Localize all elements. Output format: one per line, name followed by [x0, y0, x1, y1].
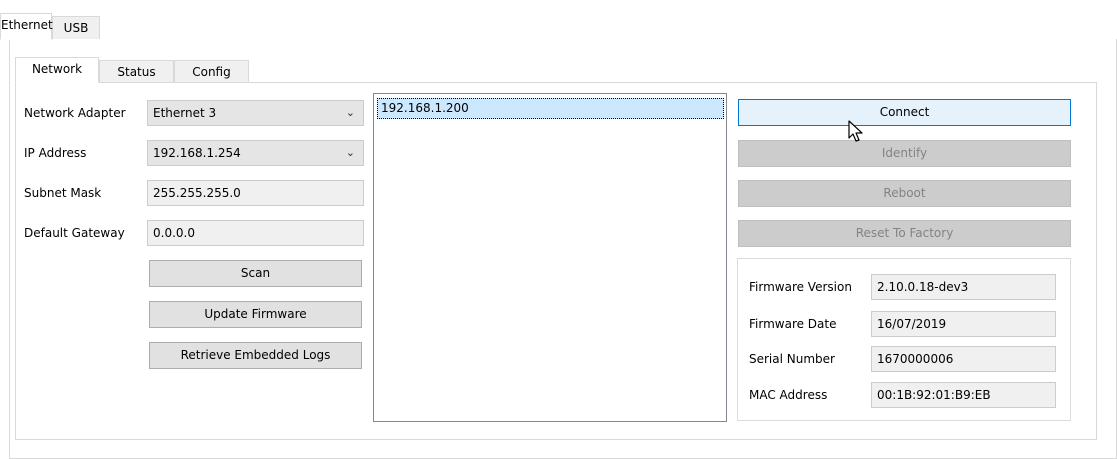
chevron-down-icon: ⌄ — [345, 106, 355, 119]
subnet-mask-label: Subnet Mask — [24, 186, 102, 200]
mac-address-field[interactable]: 00:1B:92:01:B9:EB — [871, 382, 1056, 408]
tab-network[interactable]: Network — [15, 57, 99, 83]
tab-usb[interactable]: USB — [52, 16, 100, 40]
tab-status[interactable]: Status — [99, 60, 174, 83]
connect-button[interactable]: Connect — [738, 99, 1071, 126]
mouse-cursor-icon — [848, 120, 863, 142]
network-adapter-dropdown[interactable]: Ethernet 3 ⌄ — [147, 100, 364, 126]
reboot-button[interactable]: Reboot — [738, 180, 1071, 207]
reset-to-factory-button[interactable]: Reset To Factory — [738, 220, 1071, 247]
network-adapter-value: Ethernet 3 — [153, 106, 217, 120]
firmware-date-field[interactable]: 16/07/2019 — [871, 311, 1056, 337]
ip-address-value: 192.168.1.254 — [153, 146, 241, 160]
ip-address-dropdown[interactable]: 192.168.1.254 ⌄ — [147, 140, 364, 166]
firmware-date-label: Firmware Date — [749, 317, 837, 331]
device-list[interactable]: 192.168.1.200 — [373, 93, 727, 422]
list-item[interactable]: 192.168.1.200 — [377, 98, 724, 119]
mac-address-label: MAC Address — [749, 388, 828, 402]
scan-button[interactable]: Scan — [149, 260, 362, 287]
default-gateway-label: Default Gateway — [24, 226, 125, 240]
serial-number-field[interactable]: 1670000006 — [871, 346, 1056, 372]
firmware-version-label: Firmware Version — [749, 280, 852, 294]
subnet-mask-field[interactable]: 255.255.255.0 — [147, 180, 364, 206]
identify-button[interactable]: Identify — [738, 140, 1071, 167]
default-gateway-field[interactable]: 0.0.0.0 — [147, 220, 364, 246]
firmware-version-field[interactable]: 2.10.0.18-dev3 — [871, 274, 1056, 300]
tab-config[interactable]: Config — [174, 60, 249, 83]
update-firmware-button[interactable]: Update Firmware — [149, 301, 362, 328]
retrieve-embedded-logs-button[interactable]: Retrieve Embedded Logs — [149, 342, 362, 369]
tab-ethernet[interactable]: Ethernet — [0, 13, 53, 40]
network-adapter-label: Network Adapter — [24, 106, 126, 120]
serial-number-label: Serial Number — [749, 352, 835, 366]
chevron-down-icon: ⌄ — [345, 146, 355, 159]
ip-address-label: IP Address — [24, 146, 87, 160]
